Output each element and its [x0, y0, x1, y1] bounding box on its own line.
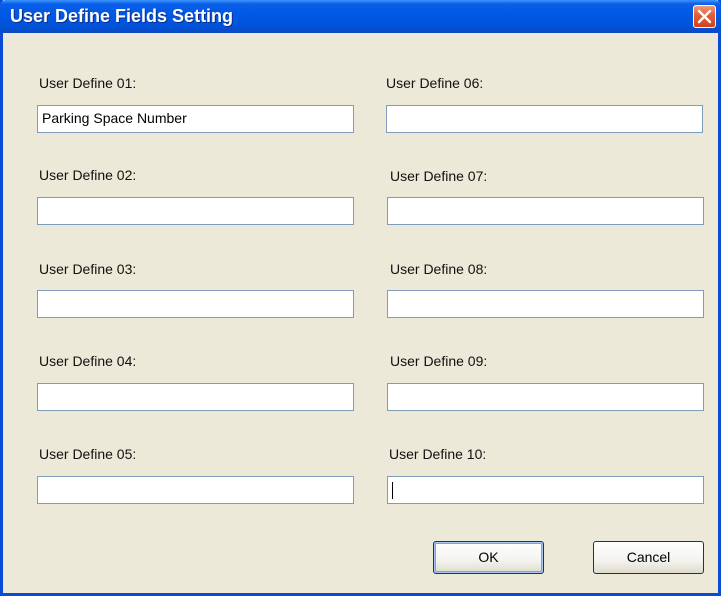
dialog-title: User Define Fields Setting [10, 6, 234, 26]
user-define-10-label: User Define 10: [389, 446, 487, 462]
user-define-01-input[interactable]: Parking Space Number [37, 105, 354, 133]
user-define-05-input[interactable] [37, 476, 354, 504]
title-bar[interactable]: User Define Fields Setting [0, 0, 721, 33]
user-define-08-input[interactable] [387, 290, 704, 318]
user-define-08-label: User Define 08: [390, 261, 488, 277]
user-define-01-label: User Define 01: [39, 75, 137, 91]
user-define-07-label: User Define 07: [390, 168, 488, 184]
ok-button[interactable]: OK [433, 541, 544, 574]
user-define-09-label: User Define 09: [390, 353, 488, 369]
cancel-button[interactable]: Cancel [593, 541, 704, 574]
user-define-05-label: User Define 05: [39, 446, 137, 462]
close-icon [697, 9, 712, 24]
user-define-03-label: User Define 03: [39, 261, 137, 277]
user-define-04-input[interactable] [37, 383, 354, 411]
user-define-03-input[interactable] [37, 290, 354, 318]
user-define-09-input[interactable] [387, 383, 704, 411]
user-define-06-label: User Define 06: [386, 75, 484, 91]
user-define-02-input[interactable] [37, 197, 354, 225]
text-caret [392, 481, 393, 499]
dialog-window: User Define Fields Setting User Define 0… [0, 0, 721, 596]
user-define-07-input[interactable] [387, 197, 704, 225]
user-define-06-input[interactable] [386, 105, 703, 133]
close-button[interactable] [693, 5, 716, 28]
user-define-02-label: User Define 02: [39, 167, 137, 183]
user-define-04-label: User Define 04: [39, 353, 137, 369]
user-define-10-input[interactable] [387, 476, 704, 504]
